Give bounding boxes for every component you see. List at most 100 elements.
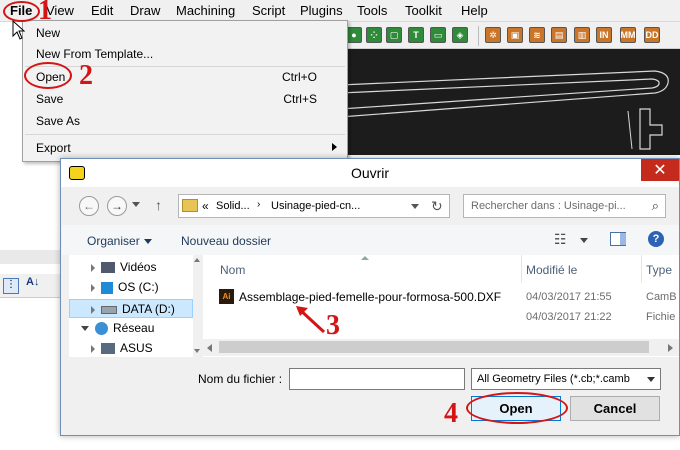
menu-script[interactable]: Script xyxy=(252,3,285,18)
tree-item-label: ASUS xyxy=(120,341,153,355)
arrow-left-icon: ← xyxy=(83,199,95,213)
annotation-number-4: 4 xyxy=(444,398,458,429)
column-separator[interactable] xyxy=(521,255,522,283)
menu-plugins[interactable]: Plugins xyxy=(300,3,343,18)
drawing-canvas[interactable] xyxy=(339,49,680,155)
tool-cylinder-icon[interactable]: ▤ xyxy=(551,27,567,43)
chevron-right-icon: › xyxy=(257,199,261,210)
tree-item-videos[interactable]: Vidéos xyxy=(91,260,156,274)
tool-slot-icon[interactable]: ▥ xyxy=(574,27,590,43)
tree-item-asus[interactable]: ASUS xyxy=(91,341,153,355)
chevron-down-icon[interactable] xyxy=(647,377,655,382)
tree-item-os-c[interactable]: OS (C:) xyxy=(91,280,159,294)
expand-arrow-icon[interactable] xyxy=(91,283,95,292)
cancel-button[interactable]: Cancel xyxy=(570,396,660,421)
tool-text-icon[interactable]: T xyxy=(408,27,424,43)
tool-circle-icon[interactable]: ● xyxy=(346,27,362,43)
column-header-modified[interactable]: Modifié le xyxy=(526,263,577,277)
scroll-left-icon[interactable] xyxy=(207,344,212,352)
menu-help[interactable]: Help xyxy=(461,3,488,18)
dialog-title-bar[interactable]: Ouvrir ✕ xyxy=(61,159,679,187)
nav-pane-scrollbar[interactable] xyxy=(193,255,201,357)
menu-draw[interactable]: Draw xyxy=(130,3,160,18)
up-arrow-icon[interactable]: ↑ xyxy=(155,197,162,213)
file-modified: 04/03/2017 21:55 xyxy=(526,291,612,303)
view-options-icon[interactable]: ☷ xyxy=(554,231,567,248)
filename-label: Nom du fichier : xyxy=(198,372,283,386)
address-bar[interactable]: « Solid... › Usinage-pied-cn... ↻ xyxy=(178,194,450,218)
close-button[interactable]: ✕ xyxy=(641,159,679,181)
scroll-right-icon[interactable] xyxy=(668,344,673,352)
collapse-arrow-icon[interactable] xyxy=(81,326,89,332)
tool-gear-icon[interactable]: ✲ xyxy=(485,27,501,43)
menu-machining[interactable]: Machining xyxy=(176,3,235,18)
submenu-arrow-icon xyxy=(332,143,337,151)
forward-button[interactable]: → xyxy=(107,196,127,216)
organize-button[interactable]: Organiser xyxy=(87,234,140,248)
file-type: CamB xyxy=(646,291,677,303)
help-icon[interactable]: ? xyxy=(648,231,664,247)
menu-tools[interactable]: Tools xyxy=(357,3,387,18)
preview-pane-icon[interactable] xyxy=(610,232,626,246)
scrollbar-thumb[interactable] xyxy=(219,341,649,353)
tool-wave-icon[interactable]: ≋ xyxy=(529,27,545,43)
back-button[interactable]: ← xyxy=(79,196,99,216)
tool-frame-icon[interactable]: ▣ xyxy=(507,27,523,43)
property-toolbar: ⋮ A↓ xyxy=(0,274,62,298)
annotation-circle-file xyxy=(3,1,40,22)
tool-dd-icon[interactable]: DD xyxy=(644,27,660,43)
tree-item-label: Vidéos xyxy=(120,260,157,274)
menu-edit[interactable]: Edit xyxy=(91,3,113,18)
scroll-down-icon[interactable] xyxy=(194,349,200,353)
left-panel-scrollbar[interactable] xyxy=(0,250,62,264)
tool-page-icon[interactable]: ▭ xyxy=(430,27,446,43)
tool-square-icon[interactable]: ▢ xyxy=(386,27,402,43)
column-separator[interactable] xyxy=(641,255,642,283)
tool-mm-icon[interactable]: MM xyxy=(620,27,636,43)
left-panel: ⋮ A↓ xyxy=(0,162,62,450)
expand-arrow-icon[interactable] xyxy=(91,263,95,272)
chevron-down-icon[interactable] xyxy=(411,204,419,209)
tool-cube-icon[interactable]: ◈ xyxy=(452,27,468,43)
folder-icon xyxy=(182,199,198,212)
expand-arrow-icon[interactable] xyxy=(91,344,95,353)
address-overflow[interactable]: « xyxy=(202,199,209,213)
tree-item-label: OS (C:) xyxy=(118,280,159,294)
scroll-up-icon[interactable] xyxy=(194,258,200,262)
cancel-button-label: Cancel xyxy=(593,401,637,416)
filetype-select[interactable]: All Geometry Files (*.cb;*.camb xyxy=(471,368,661,390)
expand-arrow-icon[interactable] xyxy=(91,305,95,314)
tree-item-network[interactable]: Réseau xyxy=(81,321,154,336)
file-list-scrollbar[interactable] xyxy=(203,339,679,356)
preview-pane-fill xyxy=(620,233,626,245)
column-header-name[interactable]: Nom xyxy=(220,263,245,277)
address-segment[interactable]: Solid... xyxy=(216,200,250,212)
menu-toolkit[interactable]: Toolkit xyxy=(405,3,442,18)
menu-item-new[interactable]: New xyxy=(23,22,347,43)
tool-in-icon[interactable]: IN xyxy=(596,27,612,43)
new-folder-button[interactable]: Nouveau dossier xyxy=(181,234,271,248)
menu-item-save[interactable]: Save Ctrl+S xyxy=(23,88,347,109)
filename-input[interactable] xyxy=(289,368,465,390)
address-segment[interactable]: Usinage-pied-cn... xyxy=(271,200,360,212)
view-chevron-icon[interactable] xyxy=(580,238,588,243)
menu-item-new-from-template[interactable]: New From Template... xyxy=(23,43,347,64)
column-header-type[interactable]: Type xyxy=(646,263,672,277)
annotation-circle-open-button xyxy=(466,392,568,424)
search-input[interactable]: Rechercher dans : Usinage-pi... ⌕ xyxy=(463,194,666,218)
drive-icon xyxy=(101,305,117,314)
refresh-icon[interactable]: ↻ xyxy=(431,198,443,215)
toolbar-separator xyxy=(478,26,479,46)
table-row[interactable]: 04/03/2017 21:22 Fichie xyxy=(203,307,679,327)
menu-item-save-as[interactable]: Save As xyxy=(23,110,347,131)
network-icon xyxy=(95,322,108,336)
sort-az-icon[interactable]: A↓ xyxy=(26,276,39,288)
recent-locations-chevron-icon[interactable] xyxy=(132,202,140,207)
tree-item-data-d[interactable]: DATA (D:) xyxy=(69,299,193,318)
tool-dots-icon[interactable]: ⁘ xyxy=(366,27,382,43)
categorized-icon[interactable]: ⋮ xyxy=(3,278,19,294)
menu-item-shortcut: Ctrl+S xyxy=(283,92,317,106)
annotation-circle-open xyxy=(24,62,72,89)
menu-item-export[interactable]: Export xyxy=(23,137,347,158)
table-row[interactable]: Ai Assemblage-pied-femelle-pour-formosa-… xyxy=(203,287,679,307)
